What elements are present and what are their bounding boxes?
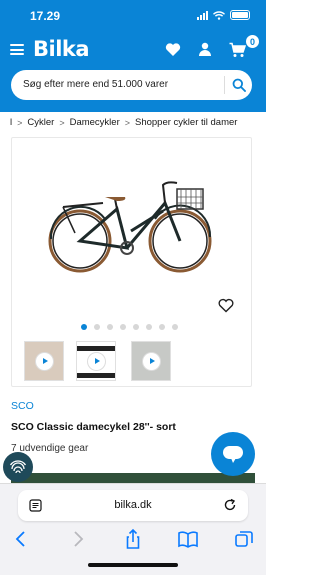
video-thumbnail[interactable] bbox=[24, 341, 64, 381]
gallery-dot[interactable] bbox=[159, 324, 165, 330]
gallery-dot[interactable] bbox=[81, 324, 87, 330]
favorite-heart-icon[interactable] bbox=[218, 298, 234, 313]
hamburger-menu-icon[interactable] bbox=[10, 44, 24, 55]
favorites-heart-icon[interactable] bbox=[165, 42, 181, 57]
fingerprint-icon bbox=[9, 460, 27, 474]
chevron-left-icon bbox=[15, 531, 25, 547]
gallery-dot[interactable] bbox=[146, 324, 152, 330]
gallery-dot[interactable] bbox=[172, 324, 178, 330]
video-thumbnail[interactable] bbox=[131, 341, 171, 381]
video-thumbnail[interactable] bbox=[76, 341, 116, 381]
site-header: Bilka 0 Søg efter mere end 51.000 varer bbox=[0, 32, 266, 112]
play-icon bbox=[88, 353, 105, 370]
chevron-right-icon: > bbox=[59, 117, 65, 128]
breadcrumb-item[interactable]: l bbox=[10, 117, 12, 128]
address-bar[interactable]: bilka.dk bbox=[18, 490, 248, 521]
wifi-icon bbox=[213, 10, 225, 20]
search-bar[interactable]: Søg efter mere end 51.000 varer bbox=[11, 70, 252, 100]
account-user-icon[interactable] bbox=[198, 42, 212, 57]
back-button[interactable] bbox=[11, 528, 33, 550]
chevron-right-icon: > bbox=[124, 117, 130, 128]
bookmarks-button[interactable] bbox=[177, 528, 199, 550]
cart-count-badge: 0 bbox=[245, 34, 260, 49]
product-gallery[interactable] bbox=[11, 137, 252, 387]
cellular-signal-icon bbox=[197, 10, 208, 20]
breadcrumb-item-shopper[interactable]: Shopper cykler til damer bbox=[135, 117, 237, 128]
breadcrumb: l > Cykler > Damecykler > Shopper cykler… bbox=[0, 112, 266, 133]
shopping-cart-icon[interactable] bbox=[229, 42, 246, 58]
bilka-logo[interactable]: Bilka bbox=[33, 37, 90, 61]
browser-toolbar: bilka.dk bbox=[0, 483, 266, 575]
chat-button[interactable] bbox=[211, 432, 255, 476]
status-icons bbox=[197, 10, 250, 20]
breadcrumb-item-cykler[interactable]: Cykler bbox=[27, 117, 54, 128]
chat-bubble-icon bbox=[223, 446, 243, 463]
accessibility-fingerprint-button[interactable] bbox=[3, 452, 33, 482]
book-icon bbox=[178, 531, 198, 548]
browser-nav bbox=[0, 528, 266, 552]
reload-icon[interactable] bbox=[223, 498, 237, 512]
forward-button[interactable] bbox=[66, 528, 88, 550]
share-button[interactable] bbox=[122, 528, 144, 550]
play-icon bbox=[143, 353, 160, 370]
chevron-right-icon bbox=[74, 531, 84, 547]
product-brand-link[interactable]: SCO bbox=[11, 400, 34, 412]
share-icon bbox=[126, 528, 140, 549]
gallery-dot[interactable] bbox=[107, 324, 113, 330]
status-bar: 17.29 bbox=[0, 0, 266, 32]
gallery-dot[interactable] bbox=[120, 324, 126, 330]
status-time: 17.29 bbox=[30, 9, 61, 23]
breadcrumb-item-damecykler[interactable]: Damecykler bbox=[70, 117, 120, 128]
search-icon[interactable] bbox=[232, 78, 246, 92]
play-icon bbox=[36, 353, 53, 370]
gallery-dot[interactable] bbox=[133, 324, 139, 330]
chevron-right-icon: > bbox=[17, 117, 23, 128]
tabs-button[interactable] bbox=[233, 528, 255, 550]
product-image-bicycle[interactable] bbox=[45, 173, 220, 283]
thumbnail-strip bbox=[12, 341, 253, 383]
url-text[interactable]: bilka.dk bbox=[18, 499, 248, 511]
search-input[interactable]: Søg efter mere end 51.000 varer bbox=[23, 79, 168, 90]
tabs-icon bbox=[235, 531, 253, 547]
battery-icon bbox=[230, 10, 250, 20]
search-divider bbox=[224, 76, 225, 94]
gallery-dot[interactable] bbox=[94, 324, 100, 330]
home-indicator bbox=[88, 563, 178, 567]
gallery-pagination[interactable] bbox=[81, 324, 178, 330]
product-title: SCO Classic damecykel 28''- sort bbox=[11, 421, 176, 433]
